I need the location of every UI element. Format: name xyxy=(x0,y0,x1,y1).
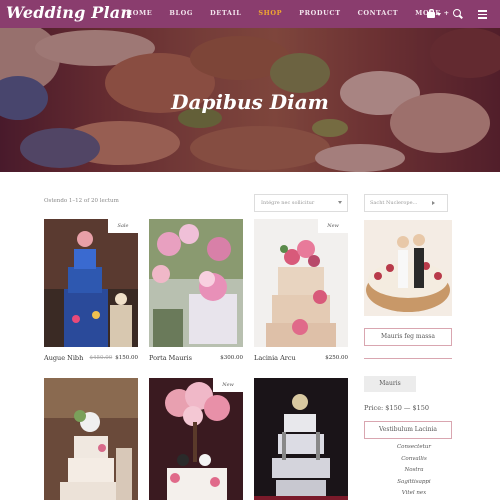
product-image[interactable] xyxy=(254,378,348,500)
product-image[interactable]: New xyxy=(149,378,243,500)
tag-chip[interactable]: Mauris xyxy=(364,376,416,392)
sidebar-search-input[interactable]: Sacht Nuclerope… xyxy=(364,194,448,212)
category-item[interactable]: Vitel nex xyxy=(364,490,464,500)
price-filter-text: Price: $150 — $150 xyxy=(364,404,430,412)
product-card[interactable]: Porta Mauris $300.00 xyxy=(149,219,243,362)
category-item[interactable]: Convallis xyxy=(364,456,464,468)
nav-item-detail[interactable]: DETAIL xyxy=(210,9,241,17)
divider xyxy=(364,358,452,359)
sidebar-featured-image[interactable] xyxy=(364,220,452,316)
product-image[interactable] xyxy=(149,219,243,347)
cart-icon[interactable] xyxy=(426,8,441,20)
category-list: Consectetur Convallis Nostra Sagittisapp… xyxy=(364,444,464,500)
hero-banner: Dapibus Diam xyxy=(0,28,500,172)
chevron-down-icon xyxy=(338,201,342,204)
category-item[interactable]: Nostra xyxy=(364,467,464,479)
product-card[interactable] xyxy=(44,378,138,500)
product-price: $250.00 xyxy=(325,355,348,361)
top-navbar: Wedding Plan HOME BLOG DETAIL SHOP PRODU… xyxy=(0,0,500,28)
filter-button[interactable]: Mauris feg massa xyxy=(364,328,452,346)
new-badge: New xyxy=(213,378,243,392)
nav-item-product[interactable]: PRODUCT xyxy=(299,9,340,17)
nav-item-shop[interactable]: SHOP xyxy=(258,9,282,17)
product-image[interactable]: Sale xyxy=(44,219,138,347)
product-old-price: $450.00 xyxy=(89,355,113,361)
new-badge: New xyxy=(318,219,348,233)
sale-badge: Sale xyxy=(108,219,138,233)
page-title: Dapibus Diam xyxy=(171,90,329,114)
product-price: $450.00 $150.00 xyxy=(90,355,139,361)
chevron-right-icon[interactable] xyxy=(432,201,435,205)
category-section-button[interactable]: Vestibulum Lacinia xyxy=(364,421,452,439)
product-current-price: $150.00 xyxy=(115,355,138,361)
category-item[interactable]: Sagittisappi xyxy=(364,479,464,491)
menu-icon[interactable] xyxy=(478,8,490,20)
product-image[interactable] xyxy=(44,378,138,500)
product-name[interactable]: Porta Mauris xyxy=(149,354,192,362)
sort-select-value: Intégre nec sollicitur xyxy=(261,200,315,206)
product-card[interactable]: New xyxy=(149,378,243,500)
product-image[interactable]: New xyxy=(254,219,348,347)
nav-item-home[interactable]: HOME xyxy=(126,9,152,17)
site-logo[interactable]: Wedding Plan xyxy=(6,3,132,22)
sidebar-search-placeholder: Sacht Nuclerope… xyxy=(370,200,418,206)
product-card[interactable]: Sale Augue Nibh $450.00 $150.00 xyxy=(44,219,138,362)
nav-item-contact[interactable]: CONTACT xyxy=(358,9,399,17)
product-name[interactable]: Augue Nibh xyxy=(44,354,83,362)
category-item[interactable]: Consectetur xyxy=(364,444,464,456)
product-card[interactable] xyxy=(254,378,348,500)
result-count: Ostendo 1–12 of 20 lectum xyxy=(44,198,119,204)
nav-item-blog[interactable]: BLOG xyxy=(169,9,193,17)
product-name[interactable]: Lacinia Arcu xyxy=(254,354,296,362)
sort-select[interactable]: Intégre nec sollicitur xyxy=(254,194,348,212)
product-price: $300.00 xyxy=(220,355,243,361)
product-card[interactable]: New Lacinia Arcu $250.00 xyxy=(254,219,348,362)
nav-icons xyxy=(412,8,490,20)
search-icon[interactable] xyxy=(452,8,464,20)
